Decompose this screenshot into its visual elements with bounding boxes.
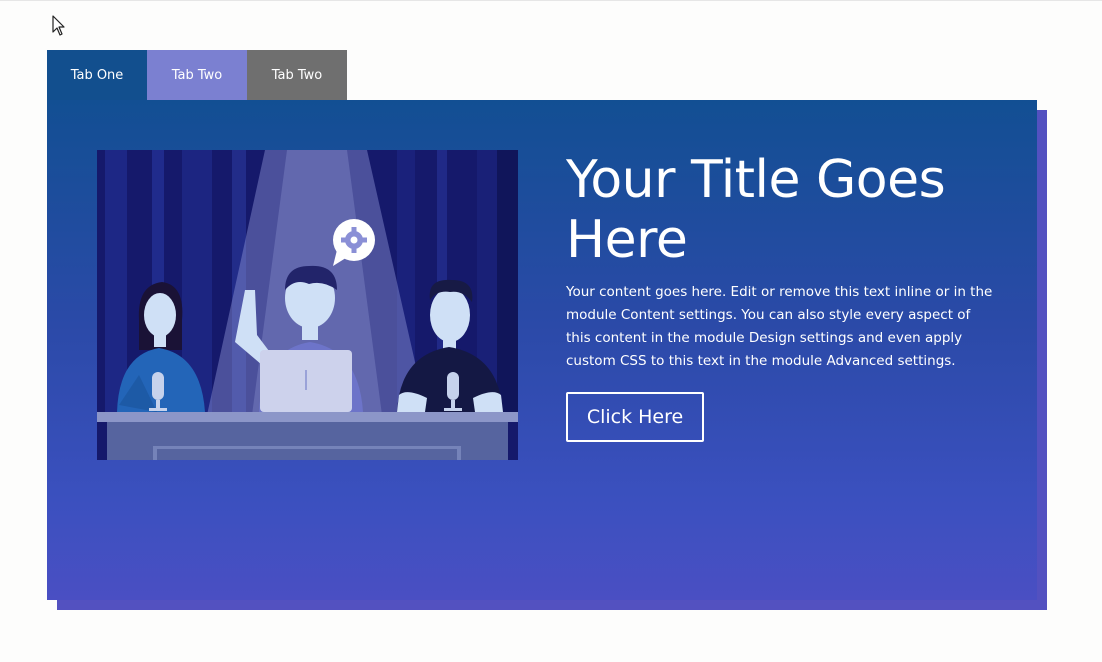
tab-one[interactable]: Tab One bbox=[47, 50, 147, 100]
top-divider bbox=[0, 0, 1102, 1]
tab-two[interactable]: Tab Two bbox=[147, 50, 247, 100]
module-title: Your Title Goes Here bbox=[566, 150, 946, 270]
module-body-text: Your content goes here. Edit or remove t… bbox=[566, 284, 993, 369]
click-here-button[interactable]: Click Here bbox=[566, 392, 704, 442]
tab-content-panel: Your Title Goes Here Your content goes h… bbox=[47, 100, 1037, 600]
tab-three[interactable]: Tab Two bbox=[247, 50, 347, 100]
podcast-illustration bbox=[97, 150, 518, 460]
tab-bar: Tab One Tab Two Tab Two bbox=[47, 50, 347, 100]
mouse-pointer-icon bbox=[52, 15, 65, 36]
